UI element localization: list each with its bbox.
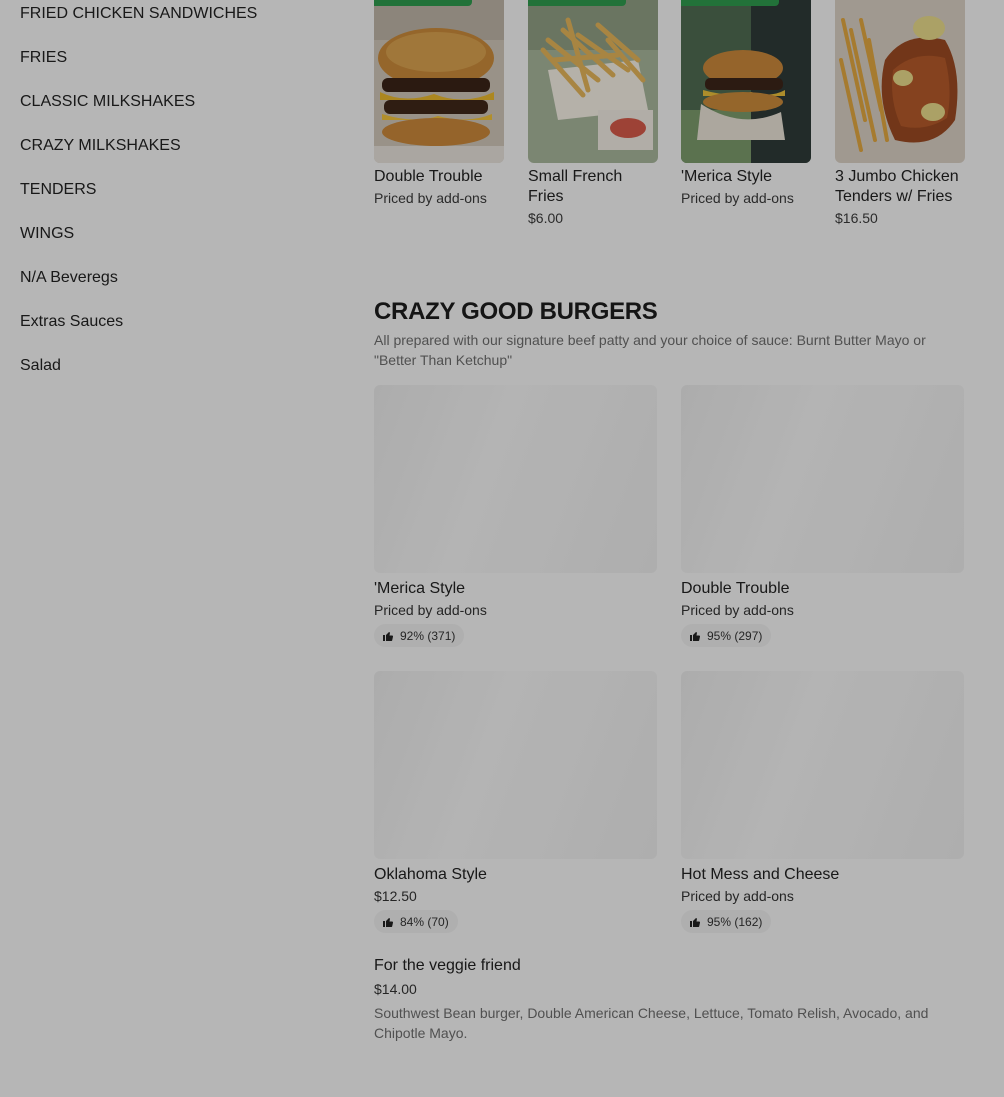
- menu-item-price: Priced by add-ons: [374, 602, 487, 618]
- rating-text: 84% (70): [400, 914, 449, 929]
- menu-item-name: For the veggie friend: [374, 957, 521, 974]
- burger-photo: [374, 0, 504, 163]
- sidebar-item-na-beverages[interactable]: N/A Beveregs: [20, 264, 340, 308]
- category-sidebar: FRIED CHICKEN SANDWICHES FRIES CLASSIC M…: [20, 0, 340, 396]
- menu-item-card[interactable]: Double Trouble Priced by add-ons 95% (29…: [681, 385, 964, 647]
- sidebar-item-wings[interactable]: WINGS: [20, 220, 340, 264]
- thumbs-up-icon: [383, 917, 394, 927]
- menu-item-veggie[interactable]: For the veggie friend $14.00 Southwest B…: [374, 956, 964, 1043]
- sidebar-item-salad[interactable]: Salad: [20, 352, 340, 396]
- featured-item-card[interactable]: Double Trouble Priced by add-ons: [374, 0, 504, 206]
- item-image-placeholder: [681, 385, 964, 573]
- menu-section-burgers: CRAZY GOOD BURGERS All prepared with our…: [374, 296, 964, 370]
- menu-item-description: Southwest Bean burger, Double American C…: [374, 1005, 929, 1041]
- menu-item-name: 'Merica Style: [374, 580, 466, 597]
- featured-badge: [681, 0, 779, 6]
- section-description: All prepared with our signature beef pat…: [374, 332, 926, 368]
- featured-item-name: 3 Jumbo Chicken Tenders w/ Fries: [835, 168, 959, 205]
- featured-item-price: $6.00: [528, 210, 564, 226]
- menu-item-card[interactable]: Hot Mess and Cheese Priced by add-ons 95…: [681, 671, 964, 933]
- featured-item-card[interactable]: 3 Jumbo Chicken Tenders w/ Fries $16.50: [835, 0, 965, 226]
- sidebar-item-extras-sauces[interactable]: Extras Sauces: [20, 308, 340, 352]
- rating-badge: 95% (297): [681, 624, 772, 647]
- menu-item-name: Double Trouble: [681, 580, 790, 597]
- menu-item-card[interactable]: 'Merica Style Priced by add-ons 92% (371…: [374, 385, 657, 647]
- section-title: CRAZY GOOD BURGERS: [374, 298, 658, 325]
- item-image-placeholder: [374, 671, 657, 859]
- menu-item-name: Oklahoma Style: [374, 866, 487, 883]
- featured-item-name: 'Merica Style: [681, 168, 773, 185]
- thumbs-up-icon: [690, 631, 701, 641]
- rating-text: 95% (297): [707, 628, 763, 643]
- featured-item-card[interactable]: 'Merica Style Priced by add-ons: [681, 0, 811, 206]
- rating-text: 92% (371): [400, 628, 456, 643]
- tenders-photo: [835, 0, 965, 163]
- featured-badge: [374, 0, 472, 6]
- menu-item-card[interactable]: Oklahoma Style $12.50 84% (70): [374, 671, 657, 933]
- sidebar-item-tenders[interactable]: TENDERS: [20, 176, 340, 220]
- sidebar-item-classic-milkshakes[interactable]: CLASSIC MILKSHAKES: [20, 88, 340, 132]
- thumbs-up-icon: [690, 917, 701, 927]
- sidebar-item-crazy-milkshakes[interactable]: CRAZY MILKSHAKES: [20, 132, 340, 176]
- featured-badge: [528, 0, 626, 6]
- rating-badge: 84% (70): [374, 910, 458, 933]
- sidebar-item-fries[interactable]: FRIES: [20, 44, 340, 88]
- featured-item-name: Small French Fries: [528, 168, 623, 205]
- menu-item-price: Priced by add-ons: [681, 888, 794, 904]
- sidebar-item-fried-chicken-sandwiches[interactable]: FRIED CHICKEN SANDWICHES: [20, 0, 340, 44]
- thumbs-up-icon: [383, 631, 394, 641]
- item-image-placeholder: [681, 671, 964, 859]
- featured-item-price: Priced by add-ons: [681, 190, 794, 206]
- menu-item-name: Hot Mess and Cheese: [681, 866, 840, 883]
- item-image-placeholder: [374, 385, 657, 573]
- menu-item-price: $14.00: [374, 981, 417, 997]
- featured-item-card[interactable]: Small French Fries $6.00: [528, 0, 658, 226]
- burger-photo: [681, 0, 811, 163]
- featured-item-name: Double Trouble: [374, 168, 483, 185]
- rating-badge: 95% (162): [681, 910, 772, 933]
- rating-badge: 92% (371): [374, 624, 465, 647]
- menu-item-price: Priced by add-ons: [681, 602, 794, 618]
- fries-photo: [528, 0, 658, 163]
- featured-item-price: $16.50: [835, 210, 878, 226]
- menu-item-price: $12.50: [374, 888, 417, 904]
- featured-item-price: Priced by add-ons: [374, 190, 487, 206]
- rating-text: 95% (162): [707, 914, 763, 929]
